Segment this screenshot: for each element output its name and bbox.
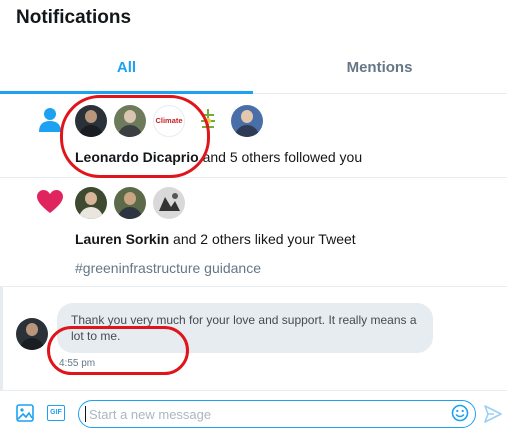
avatar[interactable] — [114, 105, 146, 137]
tab-mentions[interactable]: Mentions — [253, 40, 506, 94]
message-timestamp: 4:55 pm — [59, 358, 96, 369]
avatar[interactable] — [231, 105, 263, 137]
message-bubble[interactable]: Thank you very much for your love and su… — [57, 303, 433, 353]
send-icon[interactable] — [484, 405, 502, 428]
notification-follow[interactable]: Climate Leonardo Dicaprio and 5 others f… — [0, 94, 507, 178]
avatar[interactable] — [16, 318, 48, 350]
avatar[interactable]: Climate — [153, 105, 185, 137]
emoji-icon[interactable] — [451, 404, 469, 427]
avatar[interactable] — [75, 187, 107, 219]
avatar-logo-text: Climate — [155, 116, 183, 125]
tab-bar: All Mentions — [0, 40, 507, 94]
header: Notifications — [0, 0, 507, 40]
avatar[interactable] — [75, 105, 107, 137]
page-title: Notifications — [16, 7, 132, 28]
text-caret — [85, 406, 86, 422]
notification-text: Leonardo Dicaprio and 5 others followed … — [75, 149, 363, 165]
avatar[interactable] — [153, 187, 185, 219]
avatar[interactable] — [192, 105, 224, 137]
notification-like[interactable]: Lauren Sorkin and 2 others liked your Tw… — [0, 178, 507, 286]
person-icon — [37, 106, 63, 137]
avatar[interactable] — [114, 187, 146, 219]
tab-all[interactable]: All — [0, 40, 253, 94]
image-icon[interactable] — [16, 404, 34, 427]
message-input-placeholder: Start a new message — [89, 407, 212, 422]
gif-icon[interactable]: GIF — [47, 405, 65, 421]
tweet-snippet[interactable]: #greeninfrastructure guidance — [75, 260, 261, 276]
actor-name[interactable]: Leonardo Dicaprio — [75, 149, 199, 165]
notification-text: Lauren Sorkin and 2 others liked your Tw… — [75, 231, 356, 247]
heart-icon — [37, 190, 63, 219]
actor-name[interactable]: Lauren Sorkin — [75, 231, 169, 247]
